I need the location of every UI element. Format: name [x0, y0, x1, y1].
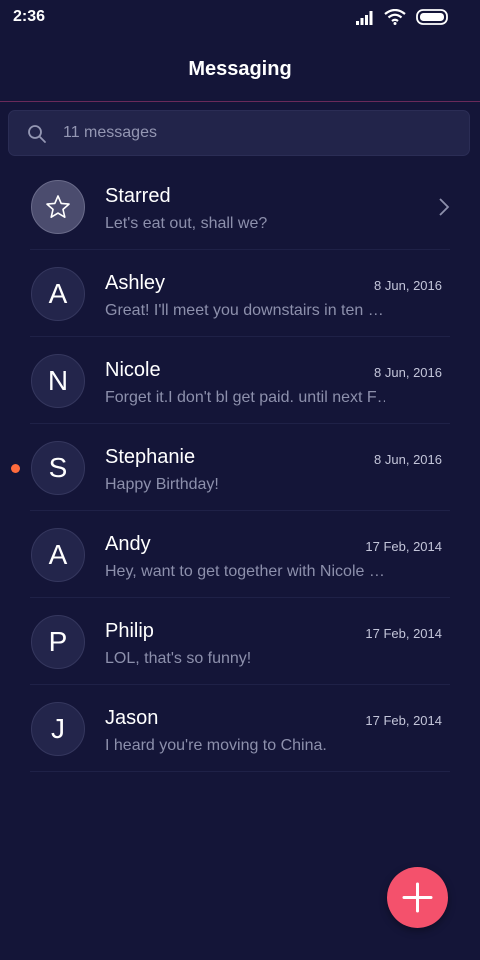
avatar: J — [31, 702, 85, 756]
conversation-date: 17 Feb, 2014 — [365, 626, 442, 641]
status-time: 2:36 — [13, 8, 46, 25]
avatar: P — [31, 615, 85, 669]
conversation-preview: Let's eat out, shall we? — [105, 215, 268, 232]
conversation-name: Stephanie — [105, 446, 196, 468]
header: Messaging — [0, 36, 480, 100]
avatar: A — [31, 267, 85, 321]
conversation-preview: Forget it.I don't bl get paid. until nex… — [105, 389, 385, 406]
conversation-preview: Great! I'll meet you downstairs in ten … — [105, 302, 384, 319]
status-bar: 2:36 — [0, 0, 480, 36]
starred-avatar — [31, 180, 85, 234]
conversation-date: 8 Jun, 2016 — [374, 452, 442, 467]
conversation-preview: LOL, that's so funny! — [105, 650, 252, 667]
unread-indicator — [11, 464, 20, 473]
conversation-item-nicole[interactable]: N Nicole 8 Jun, 2016 Forget it.I don't b… — [0, 337, 480, 424]
conversation-item-philip[interactable]: P Philip 17 Feb, 2014 LOL, that's so fun… — [0, 598, 480, 685]
search-input[interactable] — [63, 111, 453, 155]
avatar: A — [31, 528, 85, 582]
signal-icon — [356, 11, 373, 25]
conversation-item-ashley[interactable]: A Ashley 8 Jun, 2016 Great! I'll meet yo… — [0, 250, 480, 337]
conversation-date: 17 Feb, 2014 — [365, 713, 442, 728]
plus-icon — [402, 882, 433, 913]
conversation-item-andy[interactable]: A Andy 17 Feb, 2014 Hey, want to get tog… — [0, 511, 480, 598]
header-divider — [0, 101, 480, 102]
search-icon — [28, 125, 46, 143]
page-title: Messaging — [188, 58, 292, 80]
conversation-name: Ashley — [105, 272, 166, 294]
conversation-item-starred[interactable]: Starred Let's eat out, shall we? — [0, 163, 480, 250]
conversation-preview: Happy Birthday! — [105, 476, 219, 493]
conversation-item-stephanie[interactable]: S Stephanie 8 Jun, 2016 Happy Birthday! — [0, 424, 480, 511]
search-box[interactable] — [8, 110, 470, 156]
conversation-name: Jason — [105, 707, 159, 729]
conversation-item-jason[interactable]: J Jason 17 Feb, 2014 I heard you're movi… — [0, 685, 480, 772]
chevron-right-icon — [439, 198, 450, 216]
list-divider — [30, 771, 450, 772]
conversation-date: 17 Feb, 2014 — [365, 539, 442, 554]
new-message-button[interactable] — [387, 867, 448, 928]
conversation-name: Andy — [105, 533, 151, 555]
status-icons — [356, 8, 466, 28]
conversation-preview: I heard you're moving to China. — [105, 737, 327, 754]
conversation-list: Starred Let's eat out, shall we? A Ashle… — [0, 163, 480, 772]
conversation-name: Nicole — [105, 359, 161, 381]
battery-icon — [416, 9, 448, 25]
avatar: N — [31, 354, 85, 408]
conversation-preview: Hey, want to get together with Nicole … — [105, 563, 385, 580]
conversation-name: Philip — [105, 620, 154, 642]
wifi-icon — [384, 9, 406, 25]
conversation-date: 8 Jun, 2016 — [374, 365, 442, 380]
avatar: S — [31, 441, 85, 495]
messaging-screen: 2:36 Messaging 11 messages Starred Let's… — [0, 0, 480, 960]
conversation-date: 8 Jun, 2016 — [374, 278, 442, 293]
star-icon — [46, 195, 70, 219]
conversation-name: Starred — [105, 185, 171, 207]
